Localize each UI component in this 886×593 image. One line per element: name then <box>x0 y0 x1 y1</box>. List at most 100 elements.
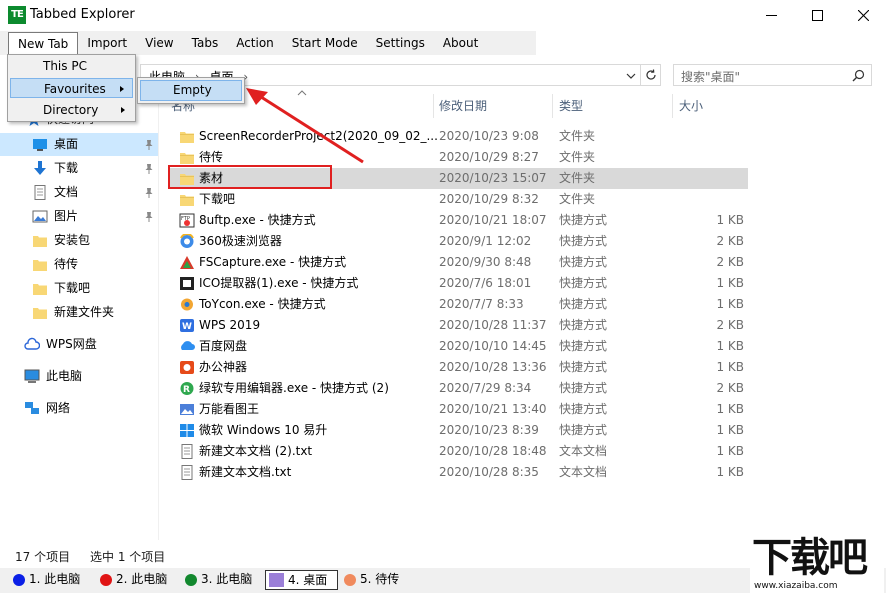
image-viewer-icon <box>179 402 195 417</box>
file-row[interactable]: WWPS 20192020/10/28 11:37快捷方式2 KB <box>168 315 748 336</box>
file-size: 1 KB <box>716 462 744 483</box>
file-row[interactable]: 办公神器2020/10/28 13:36快捷方式1 KB <box>168 357 748 378</box>
file-name: 8uftp.exe - 快捷方式 <box>199 210 316 231</box>
submenu-item-empty[interactable]: Empty <box>140 80 242 101</box>
file-size: 1 KB <box>716 294 744 315</box>
file-size: 2 KB <box>716 252 744 273</box>
menu-item-favourites[interactable]: Favourites <box>10 78 133 98</box>
file-type: 快捷方式 <box>559 252 607 273</box>
nav-item-folder-pending[interactable]: 待传 <box>0 253 158 276</box>
pin-icon[interactable] <box>144 163 154 174</box>
maximize-icon <box>812 10 823 21</box>
menu-settings[interactable]: Settings <box>367 32 434 54</box>
file-row[interactable]: 下载吧2020/10/29 8:32文件夹 <box>168 189 748 210</box>
file-row[interactable]: FTP8uftp.exe - 快捷方式2020/10/21 18:07快捷方式1… <box>168 210 748 231</box>
menu-start-mode[interactable]: Start Mode <box>283 32 367 54</box>
pin-icon[interactable] <box>144 139 154 150</box>
nav-item-folder-installers[interactable]: 安装包 <box>0 229 158 252</box>
nav-item-pictures[interactable]: 图片 <box>0 205 158 228</box>
menu-about[interactable]: About <box>434 32 487 54</box>
tab-5[interactable]: 5. 待传 <box>340 570 399 590</box>
nav-item-wps-cloud[interactable]: WPS网盘 <box>0 333 158 356</box>
file-row[interactable]: ICO提取器(1).exe - 快捷方式2020/7/6 18:01快捷方式1 … <box>168 273 748 294</box>
file-date: 2020/10/29 8:32 <box>439 189 539 210</box>
tab-2[interactable]: 2. 此电脑 <box>96 570 167 590</box>
svg-text:R: R <box>183 385 190 395</box>
annotation-arrow <box>240 86 365 164</box>
nav-item-this-pc[interactable]: 此电脑 <box>0 365 158 388</box>
menu-item-directory[interactable]: Directory <box>10 100 133 120</box>
network-icon <box>24 401 40 416</box>
minimize-button[interactable] <box>748 0 794 30</box>
tab-color-icon <box>13 574 25 586</box>
file-row[interactable]: 360极速浏览器2020/9/1 12:02快捷方式2 KB <box>168 231 748 252</box>
nav-item-network[interactable]: 网络 <box>0 397 158 420</box>
file-row[interactable]: R绿软专用编辑器.exe - 快捷方式 (2)2020/7/29 8:34快捷方… <box>168 378 748 399</box>
file-size: 2 KB <box>716 315 744 336</box>
pane-splitter[interactable] <box>158 90 159 540</box>
file-date: 2020/7/7 8:33 <box>439 294 524 315</box>
document-icon <box>32 185 48 200</box>
file-row[interactable]: 新建文本文档.txt2020/10/28 8:35文本文档1 KB <box>168 462 748 483</box>
close-button[interactable] <box>840 0 886 30</box>
menu-item-this-pc[interactable]: This PC <box>10 56 133 76</box>
menu-action[interactable]: Action <box>227 32 283 54</box>
close-icon <box>858 10 869 21</box>
file-date: 2020/10/28 18:48 <box>439 441 547 462</box>
file-date: 2020/10/28 8:35 <box>439 462 539 483</box>
file-size: 2 KB <box>716 231 744 252</box>
file-size: 1 KB <box>716 336 744 357</box>
tab-3[interactable]: 3. 此电脑 <box>181 570 252 590</box>
pin-icon[interactable] <box>144 187 154 198</box>
maximize-button[interactable] <box>794 0 840 30</box>
file-name: 绿软专用编辑器.exe - 快捷方式 (2) <box>199 378 389 399</box>
file-type: 快捷方式 <box>559 231 607 252</box>
menu-bar: New Tab Import View Tabs Action Start Mo… <box>0 31 536 55</box>
file-type: 快捷方式 <box>559 210 607 231</box>
file-row[interactable]: FSCapture.exe - 快捷方式2020/9/30 8:48快捷方式2 … <box>168 252 748 273</box>
file-row[interactable]: 百度网盘2020/10/10 14:45快捷方式1 KB <box>168 336 748 357</box>
column-divider[interactable] <box>433 94 434 118</box>
file-date: 2020/10/28 11:37 <box>439 315 547 336</box>
file-row[interactable]: 微软 Windows 10 易升2020/10/23 8:39快捷方式1 KB <box>168 420 748 441</box>
search-icon <box>852 69 865 82</box>
file-date: 2020/10/21 18:07 <box>439 210 547 231</box>
folder-icon <box>179 129 195 144</box>
nav-item-documents[interactable]: 文档 <box>0 181 158 204</box>
new-tab-menu: This PC Favourites Directory <box>7 54 136 122</box>
menu-tabs[interactable]: Tabs <box>183 32 228 54</box>
file-date: 2020/10/23 9:08 <box>439 126 539 147</box>
file-row[interactable]: 万能看图王2020/10/21 13:40快捷方式1 KB <box>168 399 748 420</box>
toycon-app-icon <box>179 297 195 312</box>
menu-import[interactable]: Import <box>78 32 136 54</box>
file-date: 2020/10/23 15:07 <box>439 168 547 189</box>
nav-item-desktop[interactable]: 桌面 <box>0 133 158 156</box>
file-row[interactable]: ToYcon.exe - 快捷方式2020/7/7 8:33快捷方式1 KB <box>168 294 748 315</box>
tab-4[interactable]: 4. 桌面 <box>265 570 338 590</box>
pin-icon[interactable] <box>144 211 154 222</box>
column-header-size[interactable]: 大小 <box>679 94 747 118</box>
nav-item-folder-new[interactable]: 新建文件夹 <box>0 301 158 324</box>
refresh-button[interactable] <box>640 64 661 86</box>
navigation-pane: 快速访问 桌面 下载 文档 图片 安装包 待传 下载吧 新建文件夹 WPS网盘 <box>0 100 160 540</box>
file-size: 1 KB <box>716 441 744 462</box>
menu-new-tab[interactable]: New Tab <box>8 32 78 55</box>
column-header-type[interactable]: 类型 <box>559 94 671 118</box>
chevron-down-icon[interactable] <box>626 71 636 81</box>
column-divider[interactable] <box>552 94 553 118</box>
nav-item-folder-xiazaiba[interactable]: 下载吧 <box>0 277 158 300</box>
annotation-highlight-box <box>168 165 332 189</box>
desktop-icon <box>32 137 48 152</box>
search-input[interactable]: 搜索"桌面" <box>673 64 872 86</box>
status-selected-count: 选中 1 个项目 <box>90 548 165 565</box>
menu-view[interactable]: View <box>136 32 182 54</box>
file-row[interactable]: 新建文本文档 (2).txt2020/10/28 18:48文本文档1 KB <box>168 441 748 462</box>
nav-item-downloads[interactable]: 下载 <box>0 157 158 180</box>
file-name: 下载吧 <box>199 189 235 210</box>
column-header-date[interactable]: 修改日期 <box>439 94 551 118</box>
column-divider[interactable] <box>672 94 673 118</box>
watermark-text: 下载吧 <box>752 535 866 581</box>
tab-1[interactable]: 1. 此电脑 <box>9 570 80 590</box>
file-type: 快捷方式 <box>559 294 607 315</box>
submenu-arrow-icon <box>121 107 125 113</box>
